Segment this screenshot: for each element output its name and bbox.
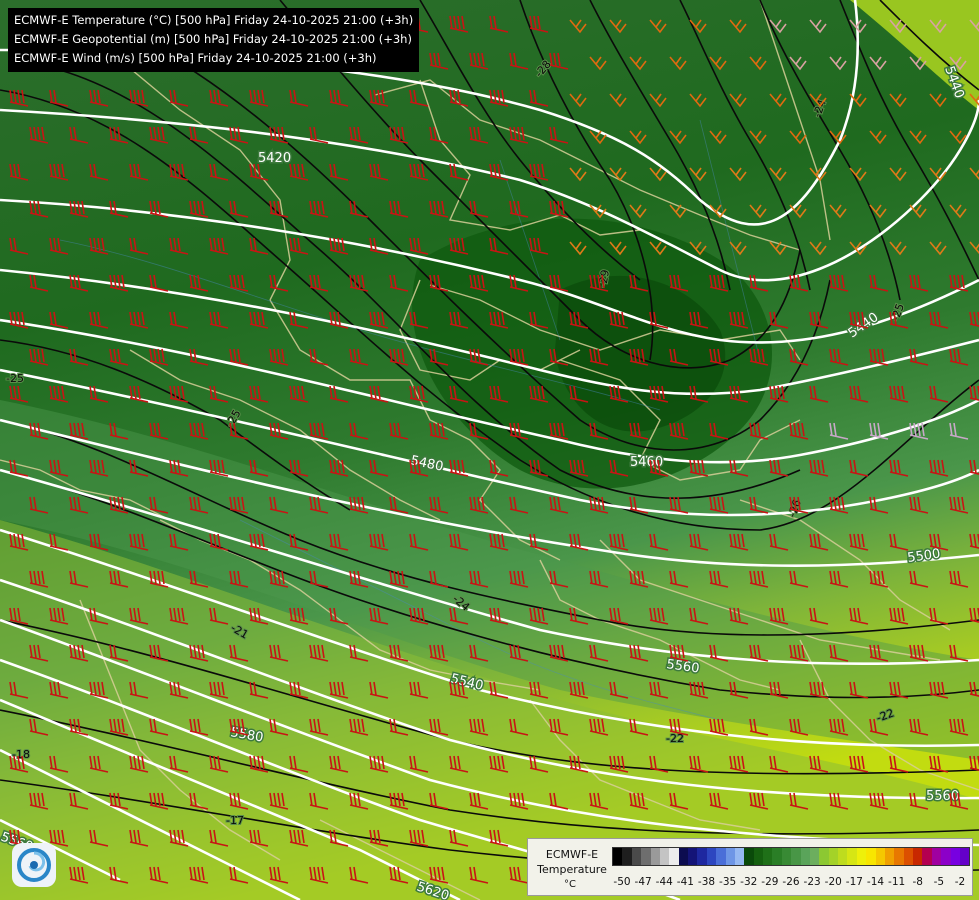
legend-swatch (734, 848, 745, 865)
legend-tick: -29 (761, 876, 779, 888)
legend-swatch (763, 848, 773, 865)
legend-swatch (725, 848, 735, 865)
legend-swatch (828, 848, 838, 865)
legend-swatch (631, 848, 642, 865)
legend-swatch (613, 848, 623, 865)
weather-map: 5420 5440 5440 5460 5480 5500 5540 5560 … (0, 0, 979, 900)
legend-tick: -2 (954, 876, 966, 888)
legend-swatch (959, 848, 970, 865)
header-wind: ECMWF-E Wind (m/s) [500 hPa] Friday 24-1… (14, 51, 377, 65)
legend-swatch (941, 848, 951, 865)
temperature-legend: ECMWF-E Temperature °C -50 -47 -44 -41 -38 -3… (527, 838, 973, 896)
legend-swatch (922, 848, 932, 865)
legend-tick: -41 (676, 876, 694, 888)
legend-swatch (791, 848, 801, 865)
legend-swatch (697, 848, 707, 865)
legend-tick: -50 (613, 876, 631, 888)
legend-swatch (903, 848, 913, 865)
legend-swatch (838, 848, 848, 865)
legend-tick: -8 (912, 876, 923, 888)
legend-swatch (753, 848, 763, 865)
legend-swatch (622, 848, 632, 865)
legend-swatch (931, 848, 942, 865)
legend-tick: -11 (888, 876, 906, 888)
legend-swatch (688, 848, 698, 865)
legend-title-model: ECMWF-E (545, 848, 599, 861)
legend-swatch (744, 848, 754, 865)
legend-tick: -26 (782, 876, 800, 888)
legend-tick: -23 (803, 876, 821, 888)
legend-swatch (847, 848, 857, 865)
meteo-logo (12, 843, 56, 887)
legend-title-variable: Temperature (537, 863, 607, 876)
legend-swatch (706, 848, 717, 865)
legend-tick: -47 (634, 876, 652, 888)
legend-swatch (894, 848, 904, 865)
legend-swatch (772, 848, 782, 865)
legend-title: ECMWF-E Temperature (536, 847, 608, 877)
legend-swatch (650, 848, 660, 865)
legend-swatch (866, 848, 876, 865)
legend-swatch (781, 848, 792, 865)
map-header: ECMWF-E Temperature (°C) [500 hPa] Frida… (8, 8, 420, 72)
legend-swatch (819, 848, 829, 865)
legend-swatch (669, 848, 679, 865)
legend-swatch (659, 848, 670, 865)
legend-tick: -44 (655, 876, 673, 888)
geo-label: 5420 (258, 151, 291, 166)
legend-swatch (809, 848, 820, 865)
legend-tick: -32 (740, 876, 758, 888)
legend-swatch (641, 848, 651, 865)
swirl-icon (17, 848, 51, 882)
legend-unit: °C (564, 879, 576, 890)
legend-tick: -20 (824, 876, 842, 888)
temp-label: -17 (226, 814, 244, 827)
legend-swatch (856, 848, 867, 865)
header-geopotential: ECMWF-E Geopotential (m) [500 hPa] Frida… (14, 32, 412, 46)
legend-tick: -17 (845, 876, 863, 888)
legend-swatch (884, 848, 895, 865)
legend-swatch (716, 848, 726, 865)
legend-tick: -35 (719, 876, 737, 888)
legend-ticks: -50 -47 -44 -41 -38 -35 -32 -29 -26 -23 -20 -17 -14-… (612, 876, 970, 890)
legend-swatch (875, 848, 885, 865)
legend-swatch (913, 848, 923, 865)
legend-swatch (800, 848, 810, 865)
header-temperature: ECMWF-E Temperature (°C) [500 hPa] Frida… (14, 13, 414, 27)
legend-tick: -38 (697, 876, 716, 888)
legend-swatch (678, 848, 688, 865)
legend-tick: -14 (866, 876, 885, 888)
legend-tick: -5 (933, 876, 945, 888)
legend-swatch (950, 848, 960, 865)
temp-label: -25 (6, 372, 24, 385)
legend-colorbar (612, 847, 970, 866)
